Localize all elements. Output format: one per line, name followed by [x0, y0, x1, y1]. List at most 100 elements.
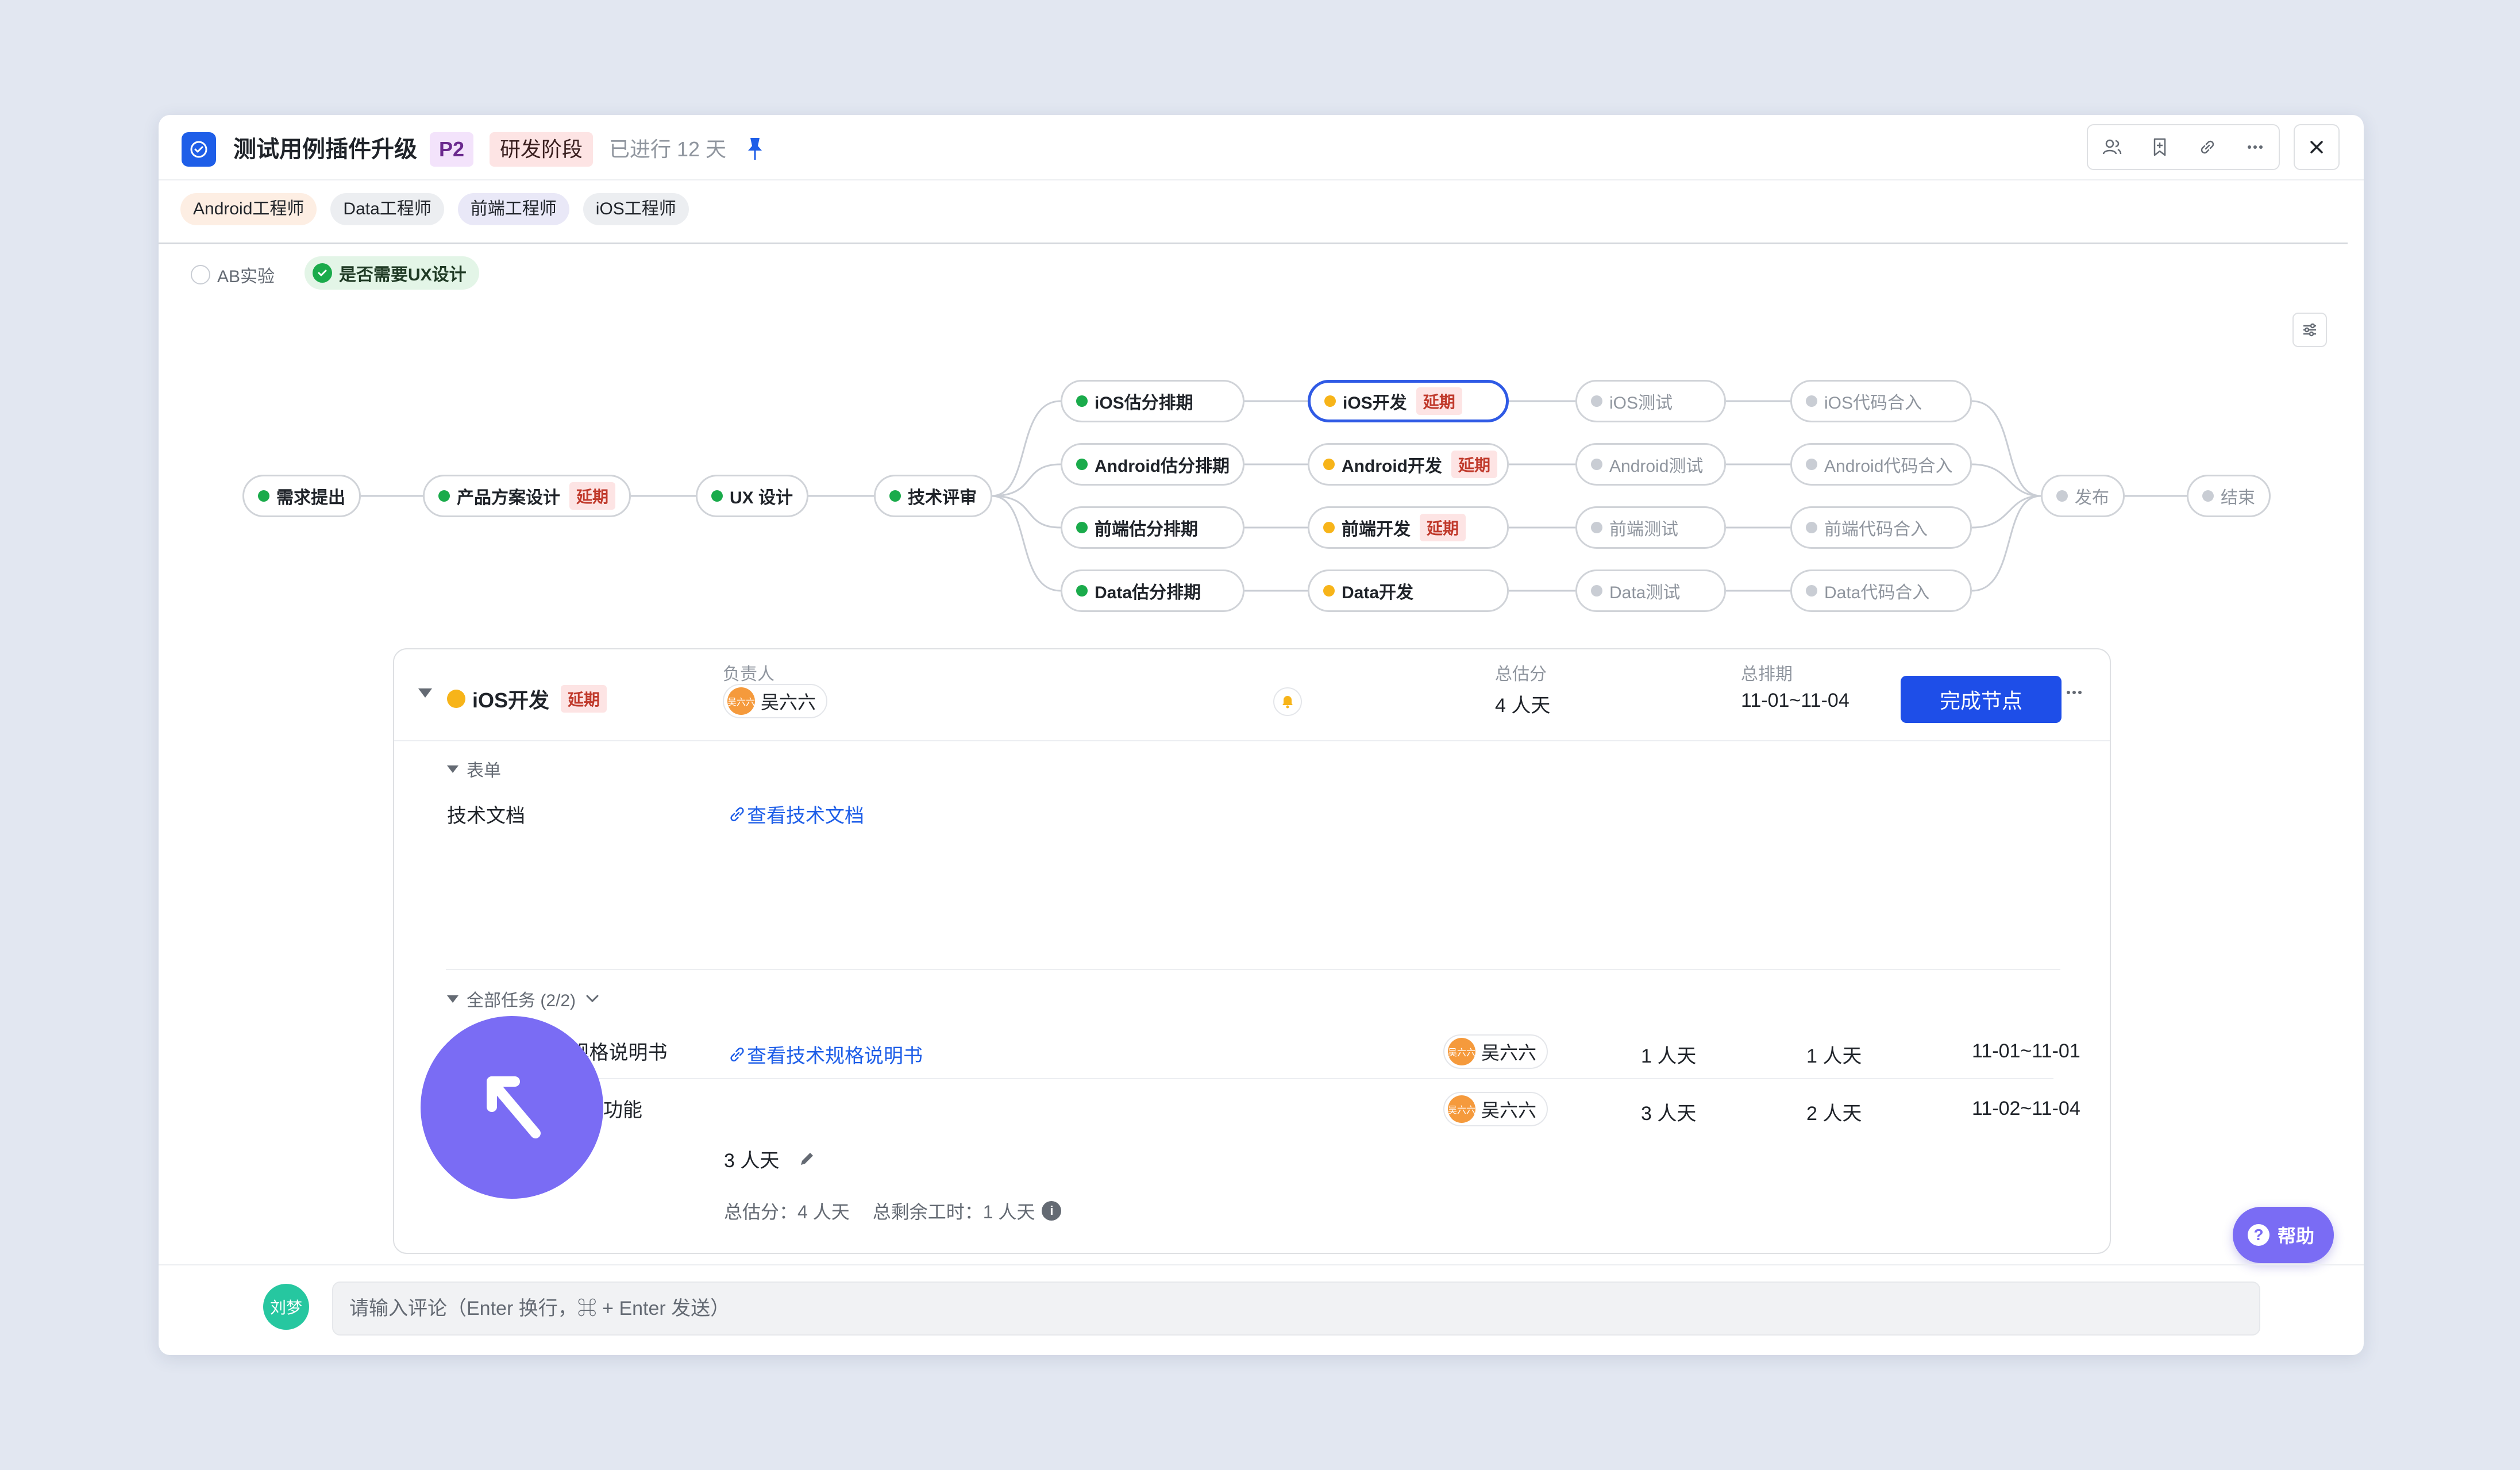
arrow-up-left-icon — [487, 1076, 541, 1138]
status-dot-icon — [1591, 585, 1602, 597]
summary-edit: 3 人天 — [724, 1145, 817, 1173]
status-dot-icon — [1806, 459, 1817, 470]
chevron-down-icon — [586, 995, 599, 1003]
edit-pencil-icon[interactable] — [796, 1149, 817, 1169]
spec-doc-link[interactable]: 查看技术规格说明书 — [727, 1040, 923, 1068]
flow-node-android-test[interactable]: Android测试 — [1575, 443, 1726, 486]
status-dot-icon — [258, 490, 269, 502]
status-dot-icon — [1324, 395, 1336, 407]
estimate-label: 总估分 — [1495, 665, 1547, 684]
status-dot-icon — [711, 490, 723, 502]
form-section-header[interactable]: 表单 — [447, 756, 501, 782]
flow-node-android-merge[interactable]: Android代码合入 — [1790, 443, 1972, 486]
tasks-section-header[interactable]: 全部任务 (2/2) — [447, 986, 601, 1011]
flag-status-icon — [889, 490, 901, 502]
status-dot-icon — [2056, 490, 2068, 502]
info-icon[interactable]: i — [1042, 1201, 1062, 1221]
complete-node-button[interactable]: 完成节点 — [1901, 676, 2062, 723]
more-icon[interactable] — [2063, 684, 2086, 704]
status-dot-icon — [447, 690, 465, 708]
summary-stats: 总估分：4 人天 总剩余工时：1 人天 i — [724, 1198, 1062, 1224]
avatar: 吴六六 — [1448, 1095, 1475, 1123]
avatar: 刘梦 — [263, 1284, 309, 1330]
schedule-value: 11-01~11-04 — [1741, 690, 1849, 711]
collapse-caret-icon[interactable] — [418, 688, 432, 701]
flow-node-ux[interactable]: UX 设计 — [696, 475, 809, 517]
flow-node-android-estimate[interactable]: Android估分排期 — [1061, 443, 1244, 486]
status-dot-icon — [1806, 522, 1817, 533]
bell-icon — [1282, 696, 1293, 709]
late-badge: 延期 — [1420, 514, 1466, 541]
flow-node-data-test[interactable]: Data测试 — [1575, 569, 1726, 612]
status-dot-icon — [1591, 395, 1602, 407]
status-dot-icon — [1076, 395, 1088, 407]
link-icon — [730, 807, 744, 821]
node-detail-panel: iOS开发 延期 负责人 吴六六 吴六六 总估分 4 人天 总排期 11-01~… — [393, 648, 2111, 1254]
flow-node-android-develop[interactable]: Android开发 延期 — [1308, 443, 1509, 486]
task-remaining: 2 人天 — [1806, 1103, 1862, 1125]
summary-value: 3 人天 — [724, 1150, 780, 1172]
flow-node-data-merge[interactable]: Data代码合入 — [1790, 569, 1972, 612]
scroll-top-button[interactable] — [421, 1016, 603, 1199]
footer-divider — [159, 1264, 2364, 1265]
flow-node-ios-estimate[interactable]: iOS估分排期 — [1061, 380, 1244, 422]
status-dot-icon — [1323, 459, 1335, 470]
question-icon: ? — [2248, 1224, 2269, 1246]
status-dot-icon — [1076, 459, 1088, 470]
flow-node-frontend-develop[interactable]: 前端开发 延期 — [1308, 506, 1509, 549]
avatar: 吴六六 — [1448, 1038, 1475, 1065]
link-icon — [730, 1047, 744, 1061]
late-badge: 延期 — [1451, 451, 1497, 478]
task-detail-window: 测试用例插件升级 P2 研发阶段 已进行 12 天 Android工程师 Dat… — [159, 115, 2364, 1355]
status-dot-icon — [1806, 395, 1817, 407]
flow-node-frontend-test[interactable]: 前端测试 — [1575, 506, 1726, 549]
task-date: 11-01~11-01 — [1972, 1040, 2080, 1062]
task-remaining: 1 人天 — [1806, 1045, 1862, 1067]
task-date: 11-02~11-04 — [1972, 1098, 2080, 1119]
flow-node-ios-merge[interactable]: iOS代码合入 — [1790, 380, 1972, 422]
summary-divider — [445, 1078, 2053, 1079]
flow-node-review[interactable]: 技术评审 — [874, 475, 992, 517]
flow-node-data-estimate[interactable]: Data估分排期 — [1061, 569, 1244, 612]
flow-node-ios-develop[interactable]: iOS开发 延期 — [1308, 380, 1509, 422]
status-dot-icon — [1591, 459, 1602, 470]
estimate-value: 4 人天 — [1495, 695, 1551, 717]
late-badge: 延期 — [1416, 387, 1462, 415]
flow-node-data-develop[interactable]: Data开发 — [1308, 569, 1509, 612]
flow-node-start[interactable]: 需求提出 — [242, 475, 361, 517]
help-button[interactable]: ? 帮助 — [2233, 1207, 2334, 1263]
status-dot-icon — [1076, 522, 1088, 533]
status-dot-icon — [438, 490, 450, 502]
caret-down-icon — [447, 995, 458, 1003]
avatar: 吴六六 — [727, 687, 755, 715]
tech-doc-link[interactable]: 查看技术文档 — [727, 800, 864, 828]
flow-node-ios-test[interactable]: iOS测试 — [1575, 380, 1726, 422]
flow-node-product[interactable]: 产品方案设计 延期 — [423, 475, 631, 517]
task-owner-chip[interactable]: 吴六六 吴六六 — [1443, 1092, 1548, 1126]
status-dot-icon — [1591, 522, 1602, 533]
flow-node-frontend-estimate[interactable]: 前端估分排期 — [1061, 506, 1244, 549]
status-dot-icon — [1323, 522, 1335, 533]
status-dot-icon — [1076, 585, 1088, 597]
flow-connectors — [354, 400, 2187, 592]
flow-node-end[interactable]: 结束 — [2187, 475, 2271, 517]
flow-node-release[interactable]: 发布 — [2041, 475, 2125, 517]
late-badge: 延期 — [561, 685, 607, 713]
detail-node-title: iOS开发 延期 — [447, 684, 607, 714]
owner-chip[interactable]: 吴六六 吴六六 — [723, 684, 828, 718]
owner-label: 负责人 — [723, 665, 775, 684]
status-dot-icon — [1323, 585, 1335, 597]
comment-input[interactable] — [332, 1282, 2260, 1336]
task-estimate: 3 人天 — [1641, 1103, 1697, 1125]
status-dot-icon — [1806, 585, 1817, 597]
flow-node-frontend-merge[interactable]: 前端代码合入 — [1790, 506, 1972, 549]
caret-down-icon — [447, 765, 458, 773]
form-field-label: 技术文档 — [447, 805, 525, 827]
remind-button[interactable] — [1273, 687, 1302, 716]
summary-total: 总估分：4 人天 — [724, 1202, 850, 1222]
task-owner-chip[interactable]: 吴六六 吴六六 — [1443, 1034, 1548, 1069]
summary-remaining: 总剩余工时：1 人天 — [872, 1202, 1035, 1222]
status-dot-icon — [2202, 490, 2214, 502]
panel-divider — [394, 740, 2110, 741]
task-estimate: 1 人天 — [1641, 1045, 1697, 1067]
